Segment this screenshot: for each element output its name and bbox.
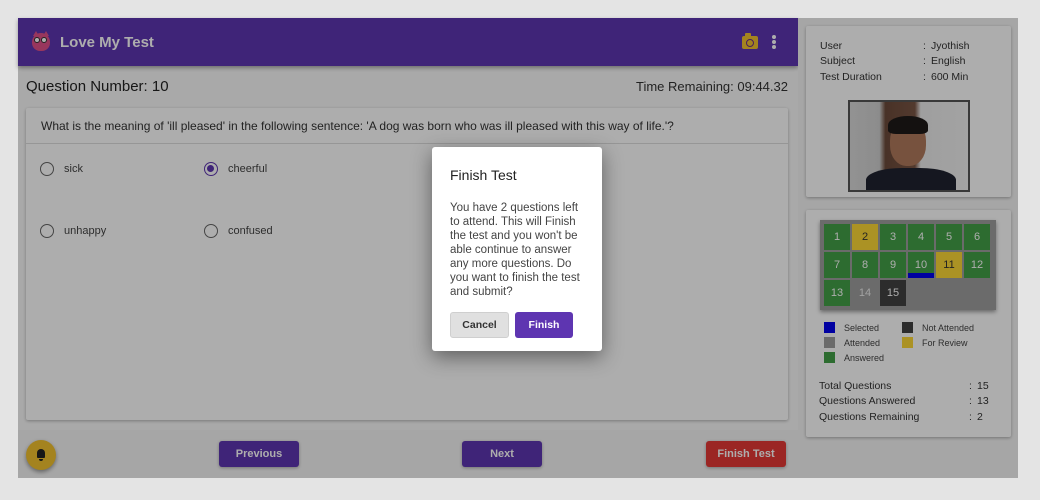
dialog-actions: Cancel Finish bbox=[450, 312, 573, 338]
finish-test-dialog: Finish Test You have 2 questions left to… bbox=[432, 147, 602, 351]
dialog-title: Finish Test bbox=[450, 167, 517, 183]
dialog-message: You have 2 questions left to attend. Thi… bbox=[450, 202, 580, 298]
cancel-button[interactable]: Cancel bbox=[450, 312, 509, 338]
finish-button[interactable]: Finish bbox=[515, 312, 573, 338]
